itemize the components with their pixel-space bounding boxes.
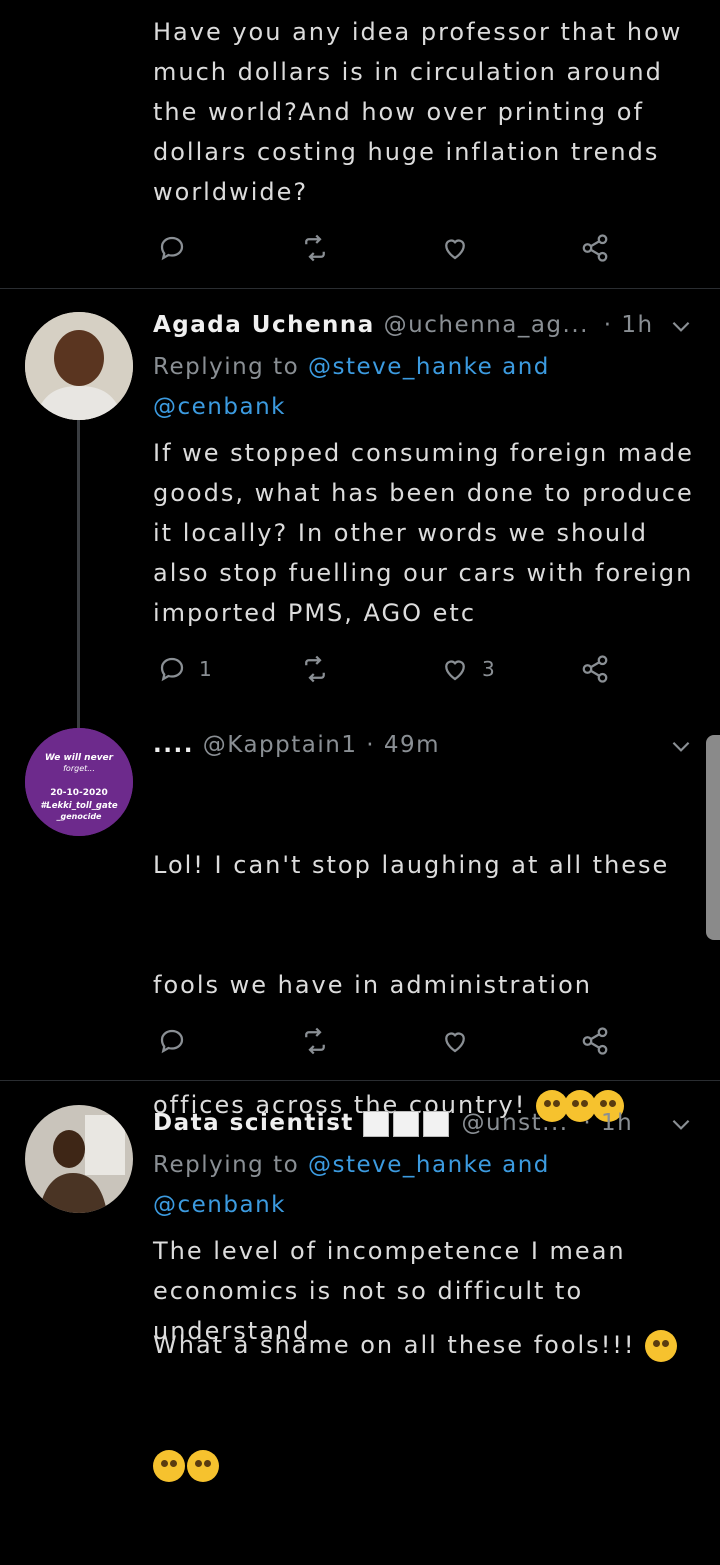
tweet-header: Data scientist @unst... · 1h: [153, 1103, 633, 1143]
retweet-button[interactable]: [300, 1021, 330, 1061]
like-icon: [445, 1032, 465, 1053]
like-button[interactable]: [440, 1021, 470, 1061]
replying-prefix: Replying to: [153, 354, 308, 380]
timestamp: · 49m: [366, 732, 441, 758]
tweet-1[interactable]: Have you any idea professor that how muc…: [0, 0, 720, 288]
chevron-down-icon[interactable]: [668, 733, 694, 759]
tweet-text-line: [153, 1445, 708, 1485]
avatar-text: #Lekki_toll_gate: [40, 801, 117, 811]
tweet-3[interactable]: We will never forget... 20-10-2020 #Lekk…: [0, 725, 720, 1482]
scrollbar-thumb[interactable]: [706, 735, 720, 940]
share-button[interactable]: [580, 1021, 610, 1061]
reply-count: 1: [199, 657, 212, 681]
share-button[interactable]: [580, 649, 610, 689]
reply-icon: [160, 657, 184, 682]
author-handle[interactable]: @Kapptain1: [203, 732, 358, 758]
mention-link[interactable]: @cenbank: [153, 1192, 286, 1218]
author-handle[interactable]: @uchenna_ag...: [384, 312, 589, 338]
replying-prefix: Replying to: [153, 1152, 308, 1178]
tweet-actions: 1 3: [0, 649, 720, 689]
replying-to-line2: @cenbank: [153, 387, 286, 427]
divider: [0, 1080, 720, 1081]
avatar-text: forget...: [63, 764, 95, 773]
replying-to-line2: @cenbank: [153, 1185, 286, 1225]
mention-link[interactable]: @cenbank: [153, 394, 286, 420]
author-handle[interactable]: @unst...: [462, 1110, 569, 1136]
author-name[interactable]: Agada Uchenna: [153, 312, 375, 338]
tweet-actions: [0, 228, 720, 268]
author-name[interactable]: Data scientist: [153, 1110, 354, 1136]
retweet-button[interactable]: [300, 649, 330, 689]
mention-and: and: [493, 354, 550, 380]
tweet-text-line: Lol! I can't stop laughing at all these: [153, 851, 670, 879]
timestamp: · 1h: [603, 312, 654, 338]
tweet-text: If we stopped consuming foreign made goo…: [153, 439, 694, 627]
mention-link[interactable]: @steve_hanke: [308, 1152, 493, 1178]
retweet-icon: [305, 655, 325, 683]
reply-button[interactable]: [157, 1021, 187, 1061]
replying-to: Replying to @steve_hanke and: [153, 1145, 550, 1185]
reply-icon: [160, 1029, 184, 1054]
avatar-text: We will never: [45, 753, 114, 763]
avatar[interactable]: [25, 312, 133, 420]
tweet-text: Have you any idea professor that how muc…: [153, 18, 683, 206]
divider: [0, 288, 720, 289]
chart-decreasing-emoji-icon: [392, 1110, 419, 1137]
reply-icon: [160, 236, 184, 261]
like-button[interactable]: [440, 228, 470, 268]
like-icon: [445, 660, 465, 681]
share-icon: [582, 234, 608, 262]
eye-roll-emoji-icon: [153, 1450, 185, 1482]
chevron-down-icon[interactable]: [668, 313, 694, 339]
mention-link[interactable]: @steve_hanke: [308, 354, 493, 380]
share-icon: [582, 1027, 608, 1055]
mention-and: and: [493, 1152, 550, 1178]
share-icon: [582, 655, 608, 683]
avatar[interactable]: We will never forget... 20-10-2020 #Lekk…: [25, 728, 133, 836]
eye-roll-emoji-icon: [187, 1450, 219, 1482]
tweet-text: The level of incompetence I mean economi…: [153, 1237, 626, 1345]
author-name[interactable]: ....: [153, 732, 194, 758]
bar-chart-emoji-icon: [422, 1110, 449, 1137]
avatar-text: _genocide: [56, 812, 103, 821]
like-button[interactable]: 3: [440, 649, 495, 689]
retweet-button[interactable]: [300, 228, 330, 268]
like-icon: [445, 239, 465, 260]
tweet-2[interactable]: Agada Uchenna @uchenna_ag... · 1h Replyi…: [0, 305, 720, 705]
tweet-4[interactable]: Data scientist @unst... · 1h Replying to…: [0, 1103, 720, 1345]
retweet-icon: [305, 1027, 325, 1055]
retweet-icon: [305, 234, 325, 262]
replying-to: Replying to @steve_hanke and: [153, 347, 550, 387]
avatar-text: 20-10-2020: [50, 788, 108, 798]
share-button[interactable]: [580, 228, 610, 268]
tweet-header: .... @Kapptain1 · 49m: [153, 725, 440, 765]
tweet-text-line: fools we have in administration: [153, 971, 592, 999]
timestamp: · 1h: [583, 1110, 634, 1136]
reply-button[interactable]: [157, 228, 187, 268]
tweet-actions: [0, 1021, 720, 1061]
chevron-down-icon[interactable]: [668, 1111, 694, 1137]
avatar[interactable]: [25, 1105, 133, 1213]
like-count: 3: [482, 657, 495, 681]
reply-button[interactable]: 1: [157, 649, 212, 689]
chart-increasing-emoji-icon: [362, 1110, 389, 1137]
tweet-header: Agada Uchenna @uchenna_ag... · 1h: [153, 305, 654, 345]
